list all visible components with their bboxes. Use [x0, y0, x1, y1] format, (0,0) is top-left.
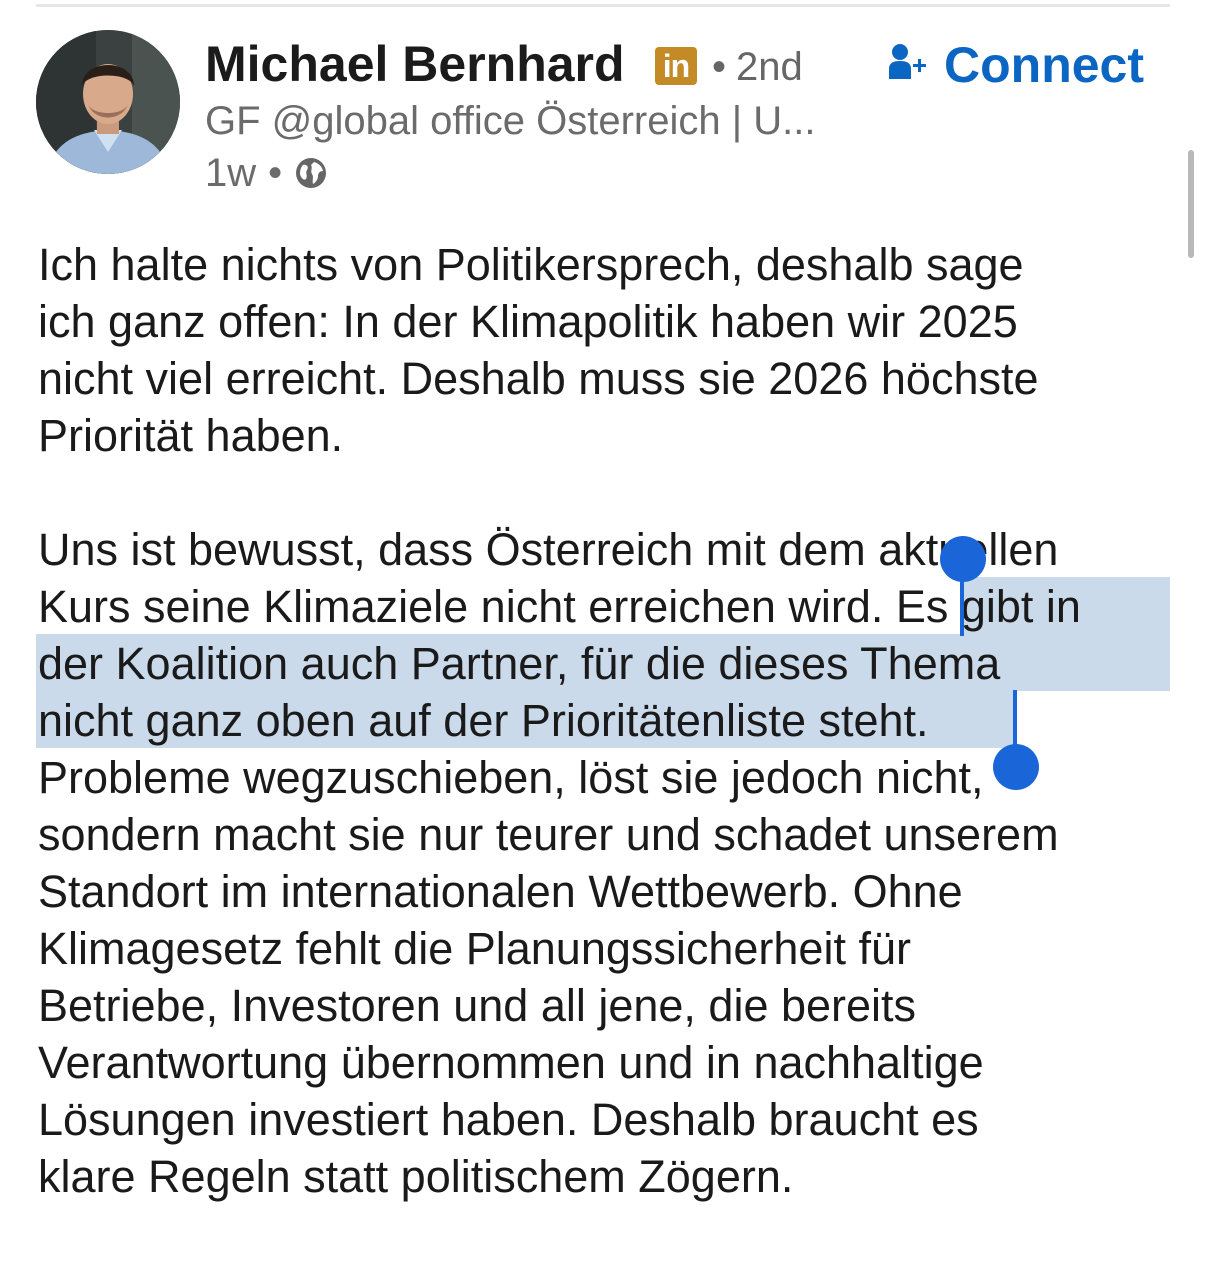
connect-button[interactable]: Connect [888, 36, 1144, 94]
degree-separator: • [712, 45, 727, 89]
meta-separator: • [268, 151, 283, 195]
post-body[interactable]: Ich halte nichts von Politikersprech, de… [38, 236, 1178, 1205]
add-person-icon [889, 44, 926, 79]
author-name[interactable]: Michael Bernhard [205, 36, 625, 92]
globe-icon [296, 158, 327, 188]
connect-label: Connect [944, 37, 1144, 93]
selection-end-handle[interactable] [993, 744, 1039, 790]
post-time: 1w [205, 151, 257, 195]
linkedin-badge-icon: in [655, 47, 697, 85]
selection-start-handle[interactable] [940, 536, 986, 582]
post-paragraph: Uns ist bewusst, dass Österreich mit dem… [38, 524, 1081, 1202]
selection-end-stem [1013, 690, 1017, 750]
degree-label: 2nd [736, 45, 803, 89]
top-divider [36, 4, 1170, 7]
author-avatar[interactable] [36, 30, 180, 174]
post-meta: 1w • [205, 150, 328, 196]
author-headline[interactable]: GF @global office Österreich | U... [205, 98, 815, 144]
connection-degree: • 2nd [712, 44, 803, 90]
scrollbar[interactable] [1188, 150, 1194, 258]
avatar-photo-icon [36, 30, 180, 174]
post-paragraph: Ich halte nichts von Politikersprech, de… [38, 239, 1039, 461]
